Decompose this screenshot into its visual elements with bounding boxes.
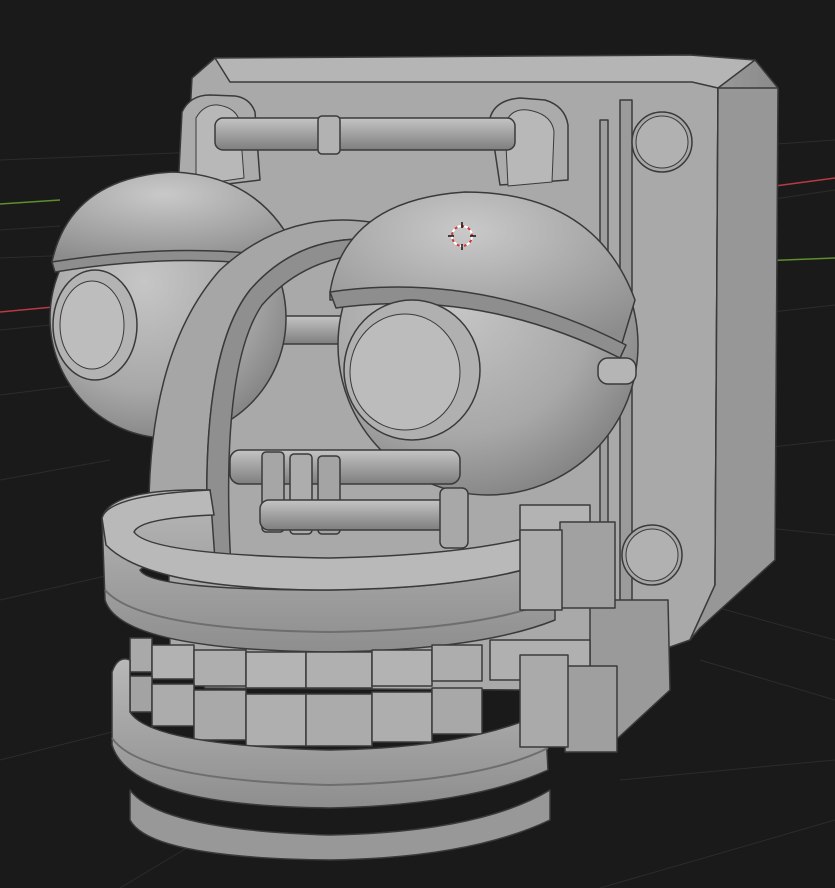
tooth — [151, 683, 195, 727]
tooth — [431, 687, 483, 735]
tooth — [431, 644, 483, 682]
lower-rod-back — [259, 499, 461, 531]
lower-rod-end — [439, 487, 469, 549]
left-pupil — [59, 280, 125, 370]
tooth — [245, 651, 307, 689]
plate-bolt-bottom-right-inner — [625, 528, 679, 582]
tooth — [245, 693, 307, 747]
tooth — [305, 693, 373, 747]
hinge-block-side — [519, 529, 563, 611]
tooth — [193, 689, 247, 741]
plate-bolt-top-right-inner — [635, 115, 689, 169]
3d-viewport[interactable] — [0, 0, 835, 888]
tooth — [129, 637, 153, 673]
right-eye-pin — [597, 357, 637, 385]
tooth — [371, 691, 433, 743]
top-rod-collar — [317, 115, 341, 155]
tooth — [371, 649, 433, 687]
tooth — [193, 649, 247, 687]
tooth — [305, 651, 373, 689]
tooth — [129, 675, 153, 713]
right-pupil — [349, 313, 461, 431]
hinge-block-front — [564, 665, 618, 753]
hinge-block-side — [519, 654, 569, 748]
top-rod — [214, 117, 516, 151]
tooth — [151, 644, 195, 680]
hinge-block-front — [559, 521, 616, 609]
